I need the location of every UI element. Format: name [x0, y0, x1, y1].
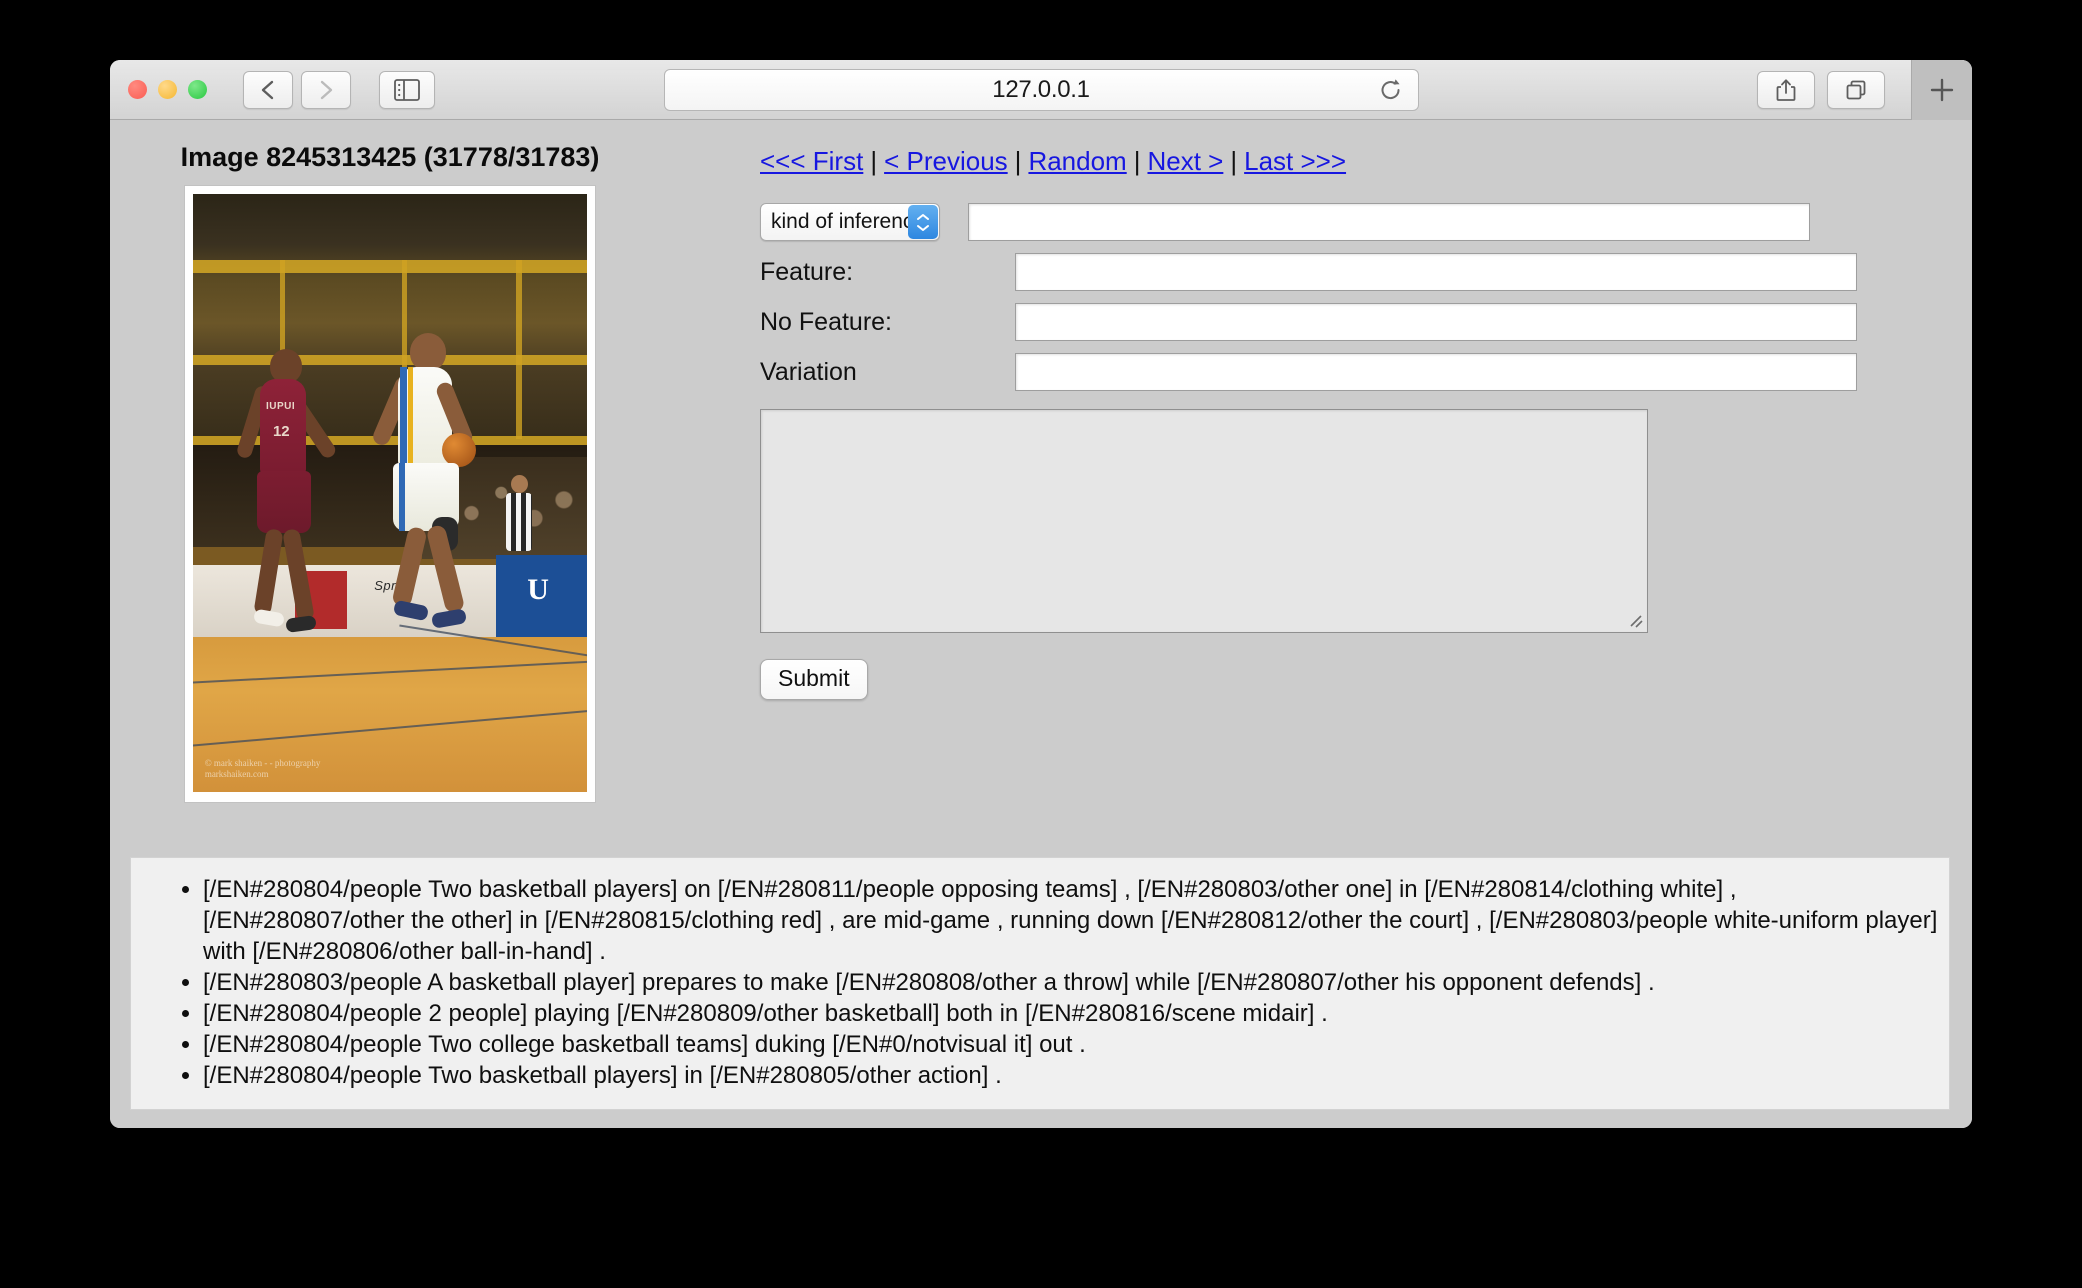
notes-area-container: [670, 409, 1972, 633]
photo-court-line: [193, 659, 587, 685]
variation-input[interactable]: [1015, 353, 1857, 391]
photo-red-jersey: IUPUI 12: [259, 379, 306, 476]
photo-white-head: [409, 333, 446, 372]
page-title: Image 8245313425 (31778/31783): [180, 142, 600, 172]
sidebar-icon: [394, 78, 420, 101]
share-icon: [1776, 78, 1796, 101]
resize-grip-icon: [1630, 615, 1643, 628]
photo-red-head: [269, 349, 302, 384]
reload-icon: [1381, 78, 1400, 99]
nav-last-link[interactable]: Last >>>: [1244, 146, 1346, 176]
photo-referee: [505, 475, 532, 551]
no-feature-row: No Feature:: [760, 303, 1972, 341]
photo-watermark: © mark shaiken - - photography markshaik…: [205, 758, 321, 780]
navigation-links: <<< First | < Previous | Random | Next > | Last …: [670, 146, 1972, 177]
inference-row: kind of inference: [760, 203, 1972, 241]
no-feature-input[interactable]: [1015, 303, 1857, 341]
kind-of-inference-select[interactable]: kind of inference: [760, 203, 940, 241]
nav-next-link[interactable]: Next >: [1147, 146, 1223, 176]
toolbar-right-buttons: [1757, 60, 1972, 120]
chevron-up-icon: [917, 213, 929, 220]
variation-label: Variation: [760, 357, 857, 386]
photo-red-shorts: [256, 471, 311, 534]
variation-row: Variation: [760, 353, 1972, 391]
photo-banner-blue: [496, 554, 587, 640]
chevron-right-icon: [320, 80, 333, 99]
notes-textarea[interactable]: [760, 409, 1648, 633]
back-button[interactable]: [243, 70, 293, 109]
nav-random-link[interactable]: Random: [1028, 146, 1126, 176]
captions-list: [/EN#280804/people Two basketball player…: [141, 874, 1939, 1091]
basketball-photo: Sprint IUPUI 12: [193, 194, 587, 792]
list-item: [/EN#280804/people Two basketball player…: [203, 874, 1939, 967]
image-frame: Sprint IUPUI 12: [184, 185, 596, 803]
address-text: 127.0.0.1: [992, 75, 1090, 103]
nav-separator: |: [870, 146, 878, 176]
resize-handle[interactable]: [1628, 613, 1644, 629]
forward-button[interactable]: [301, 70, 351, 109]
annotation-form: kind of inference Feature: No Feature: V…: [670, 203, 1972, 391]
browser-window: 127.0.0.1 Image 8245313425 (31778/31783)…: [110, 60, 1972, 1128]
reload-button[interactable]: [1378, 77, 1404, 103]
image-column: Image 8245313425 (31778/31783) Sprint U …: [110, 142, 670, 803]
nav-previous-link[interactable]: < Previous: [884, 146, 1008, 176]
feature-input[interactable]: [1015, 253, 1857, 291]
inference-input[interactable]: [968, 203, 1810, 241]
photo-court-line: [193, 707, 587, 748]
nav-separator: |: [1014, 146, 1022, 176]
chevron-left-icon: [261, 80, 274, 99]
toggle-sidebar-button[interactable]: [379, 70, 435, 109]
feature-row: Feature:: [760, 253, 1972, 291]
tabs-icon: [1846, 80, 1866, 99]
top-section: Image 8245313425 (31778/31783) Sprint U …: [110, 120, 1972, 803]
photo-rail: [193, 355, 587, 366]
tab-overview-button[interactable]: [1827, 70, 1885, 109]
browser-toolbar: 127.0.0.1: [110, 60, 1972, 120]
no-feature-label: No Feature:: [760, 307, 893, 336]
list-item: [/EN#280803/people A basketball player] …: [203, 967, 1939, 998]
photo-watermark-line2: markshaiken.com: [204, 769, 269, 780]
submit-button[interactable]: Submit: [760, 659, 868, 700]
list-item: [/EN#280804/people 2 people] playing [/E…: [203, 998, 1939, 1029]
plus-icon: [1930, 78, 1954, 101]
window-controls: [128, 80, 207, 99]
address-bar[interactable]: 127.0.0.1: [663, 68, 1419, 111]
feature-label: Feature:: [760, 257, 854, 286]
captions-panel: [/EN#280804/people Two basketball player…: [130, 857, 1950, 1110]
photo-watermark-line1: © mark shaiken - - photography: [204, 758, 321, 769]
minimize-window-button[interactable]: [158, 80, 177, 99]
close-window-button[interactable]: [128, 80, 147, 99]
share-button[interactable]: [1757, 70, 1815, 109]
photo-courtside-banner: Sprint: [193, 554, 587, 640]
zoom-window-button[interactable]: [188, 80, 207, 99]
nav-first-link[interactable]: <<< First: [760, 146, 863, 176]
list-item: [/EN#280804/people Two college basketbal…: [203, 1029, 1939, 1060]
chevron-down-icon: [917, 224, 929, 231]
photo-post: [516, 259, 522, 440]
kind-of-inference-value: kind of inference: [771, 210, 926, 233]
nav-separator: |: [1133, 146, 1141, 176]
submit-container: Submit: [670, 659, 1972, 700]
photo-red-team-text: IUPUI: [265, 401, 296, 413]
photo-red-number-text: 12: [272, 423, 290, 441]
photo-white-stripe: [399, 367, 407, 468]
select-stepper-icon[interactable]: [908, 205, 938, 239]
list-item: [/EN#280804/people Two basketball player…: [203, 1060, 1939, 1091]
new-tab-button[interactable]: [1911, 60, 1972, 120]
page-content: Image 8245313425 (31778/31783) Sprint U …: [110, 120, 1972, 1128]
navigation-buttons: [243, 70, 351, 109]
nav-separator: |: [1230, 146, 1238, 176]
photo-rail: [193, 259, 587, 273]
photo-white-stripe: [407, 367, 413, 468]
form-column: <<< First | < Previous | Random | Next > | Last …: [670, 142, 1972, 700]
